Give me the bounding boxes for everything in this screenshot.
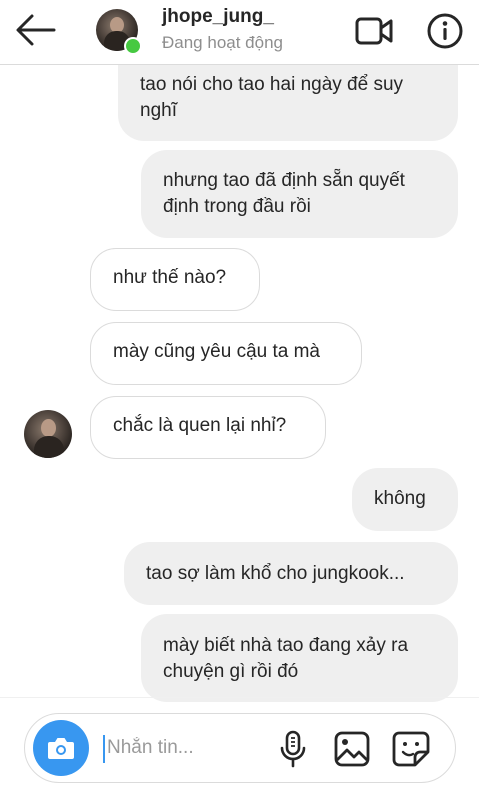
sticker-icon[interactable] bbox=[391, 730, 431, 768]
gallery-icon[interactable] bbox=[333, 730, 371, 768]
microphone-icon[interactable] bbox=[277, 730, 309, 768]
info-icon[interactable] bbox=[426, 12, 464, 50]
activity-status: Đang hoạt động bbox=[162, 33, 283, 52]
chat-header: jhope_jung_ Đang hoạt động bbox=[0, 0, 479, 65]
message-bubble-outgoing[interactable]: tao nói cho tao hai ngày để suy nghĩ bbox=[118, 60, 458, 141]
online-indicator bbox=[124, 37, 142, 55]
message-bubble-outgoing[interactable]: tao sợ làm khổ cho jungkook... bbox=[124, 542, 458, 605]
message-input[interactable] bbox=[103, 732, 267, 764]
message-composer bbox=[24, 713, 456, 783]
message-bubble-outgoing[interactable]: nhưng tao đã định sẵn quyết định trong đ… bbox=[141, 150, 458, 238]
sender-avatar[interactable] bbox=[24, 410, 72, 458]
message-bubble-incoming[interactable]: mày cũng yêu cậu ta mà bbox=[90, 322, 362, 385]
message-bubble-incoming[interactable]: chắc là quen lại nhỉ? bbox=[90, 396, 326, 459]
message-bubble-outgoing[interactable]: mày biết nhà tao đang xảy ra chuyện gì r… bbox=[141, 614, 458, 702]
chat-username[interactable]: jhope_jung_ bbox=[162, 6, 274, 28]
message-bubble-incoming[interactable]: như thế nào? bbox=[90, 248, 260, 311]
message-bubble-outgoing[interactable]: không bbox=[352, 468, 458, 531]
composer-divider bbox=[0, 697, 479, 698]
camera-icon[interactable] bbox=[33, 720, 89, 776]
profile-avatar[interactable] bbox=[96, 9, 142, 55]
video-call-icon[interactable] bbox=[354, 14, 394, 48]
back-arrow-icon[interactable] bbox=[14, 12, 56, 48]
